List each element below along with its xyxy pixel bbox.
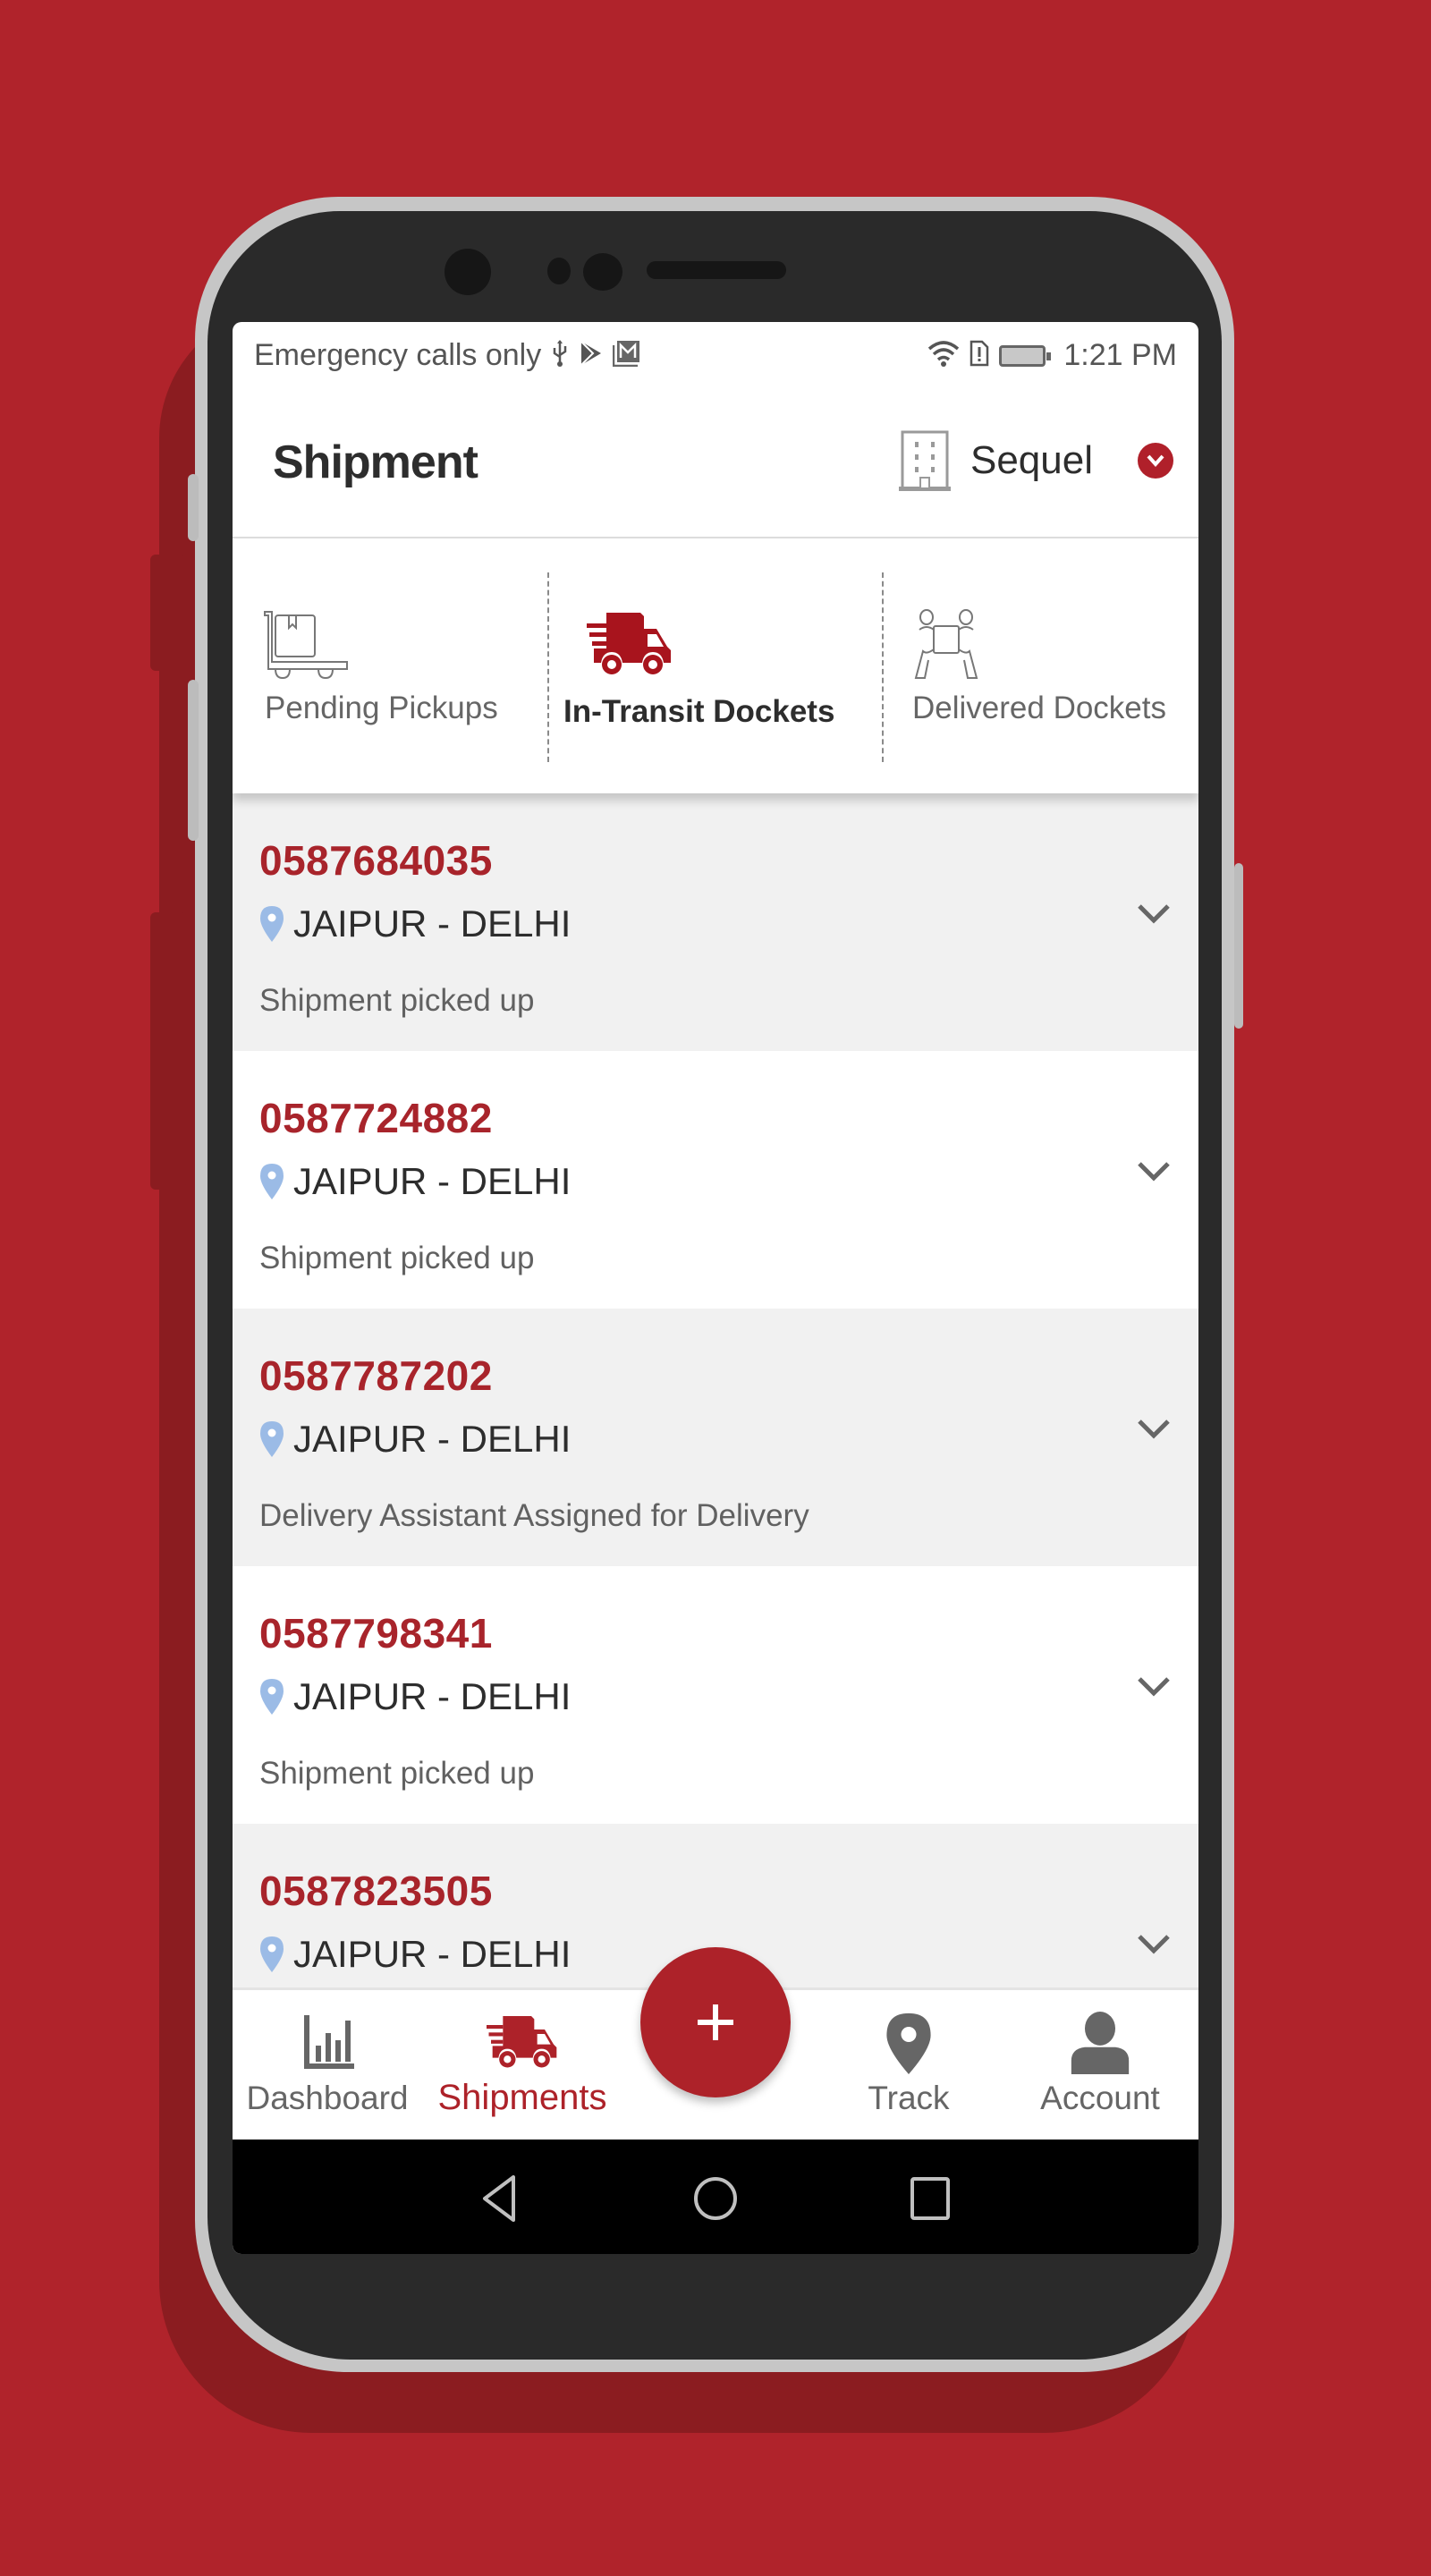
location-pin-icon: [260, 1421, 284, 1457]
docket-route: JAIPUR - DELHI: [259, 1933, 571, 1976]
docket-status: Shipment picked up: [259, 1241, 535, 1275]
app-header: Shipment Sequel: [233, 389, 1198, 538]
wifi-icon: [927, 339, 960, 373]
location-pin-icon: [260, 1936, 284, 1972]
tab-label: In-Transit Dockets: [563, 694, 835, 729]
sensor: [547, 258, 571, 284]
docket-number: 0587724882: [259, 1095, 493, 1141]
docket-status: Shipment picked up: [259, 983, 535, 1018]
play-store-icon: [579, 340, 604, 372]
docket-card[interactable]: 0587787202 JAIPUR - DELHI Delivery Assis…: [233, 1309, 1198, 1566]
docket-status: Delivery Assistant Assigned for Delivery: [259, 1498, 809, 1533]
nav-shipments[interactable]: Shipments: [433, 1990, 612, 2142]
docket-route: JAIPUR - DELHI: [259, 902, 571, 945]
chevron-down-icon[interactable]: [1136, 901, 1172, 928]
docket-route: JAIPUR - DELHI: [259, 1160, 571, 1203]
page-title: Shipment: [273, 436, 478, 488]
company-selector[interactable]: Sequel: [898, 425, 1173, 496]
nav-label: Track: [868, 2080, 950, 2116]
tab-label: Pending Pickups: [265, 691, 498, 725]
docket-number: 0587823505: [259, 1868, 493, 1914]
delivery-truck-icon: [587, 613, 671, 674]
docket-number: 0587684035: [259, 837, 493, 884]
chevron-down-icon[interactable]: [1136, 1416, 1172, 1443]
battery-charging-icon: [999, 344, 1052, 367]
route-text: JAIPUR - DELHI: [293, 1675, 572, 1717]
tab-delivered-dockets[interactable]: Delivered Dockets: [884, 538, 1198, 793]
add-shipment-button[interactable]: [640, 1947, 791, 2097]
chevron-down-icon[interactable]: [1136, 1931, 1172, 1958]
nav-dashboard[interactable]: Dashboard: [238, 1990, 417, 2142]
chevron-down-icon[interactable]: [1136, 1674, 1172, 1700]
sensor: [583, 253, 622, 291]
people-carrying-box-icon: [914, 609, 978, 679]
company-name: Sequel: [970, 438, 1093, 482]
tab-label: Delivered Dockets: [912, 691, 1166, 725]
back-icon[interactable]: [476, 2174, 526, 2224]
docket-number: 0587787202: [259, 1352, 493, 1399]
tab-in-transit-dockets[interactable]: In-Transit Dockets: [549, 538, 882, 793]
delivery-truck-icon: [487, 2016, 557, 2068]
status-text: Emergency calls only: [254, 338, 542, 372]
sim-alert-icon: [969, 339, 990, 373]
location-pin-icon: [260, 1164, 284, 1199]
nav-label: Dashboard: [246, 2080, 409, 2116]
docket-tabs: Pending Pickups In-Transit Dockets Deliv…: [233, 538, 1198, 793]
volume-down-button: [188, 680, 199, 841]
nav-track[interactable]: Track: [819, 1990, 998, 2142]
tab-pending-pickups[interactable]: Pending Pickups: [233, 538, 547, 793]
usb-icon: [550, 339, 570, 373]
system-navigation-bar: [233, 2140, 1198, 2254]
docket-number: 0587798341: [259, 1610, 493, 1657]
docket-card[interactable]: 0587798341 JAIPUR - DELHI Shipment picke…: [233, 1566, 1198, 1824]
chevron-down-icon[interactable]: [1136, 1158, 1172, 1185]
chevron-down-circle-icon[interactable]: [1138, 443, 1173, 479]
phone-shadow-button: [150, 555, 186, 671]
home-icon[interactable]: [690, 2174, 741, 2224]
nav-account[interactable]: Account: [1011, 1990, 1190, 2142]
docket-status: Shipment picked up: [259, 1756, 535, 1791]
nav-label: Shipments: [437, 2078, 607, 2117]
map-pin-icon: [886, 2012, 931, 2074]
docket-list: 0587684035 JAIPUR - DELHI Shipment picke…: [233, 793, 1198, 2081]
phone-shadow-button: [150, 912, 186, 1190]
route-text: JAIPUR - DELHI: [293, 1418, 572, 1460]
volume-up-button: [188, 474, 199, 541]
route-text: JAIPUR - DELHI: [293, 902, 572, 945]
location-pin-icon: [260, 1679, 284, 1715]
nav-label: Account: [1040, 2080, 1160, 2116]
trolley-box-icon: [264, 611, 348, 680]
bar-chart-icon: [304, 2015, 354, 2069]
route-text: JAIPUR - DELHI: [293, 1160, 572, 1202]
location-pin-icon: [260, 906, 284, 942]
recents-icon[interactable]: [905, 2174, 955, 2224]
status-time: 1:21 PM: [1063, 338, 1177, 372]
building-icon: [898, 430, 951, 491]
plus-icon: [698, 2004, 733, 2040]
phone-screen: Emergency calls only 1:21 PM Shipment Se…: [233, 322, 1198, 2254]
front-camera: [445, 249, 491, 295]
docket-route: JAIPUR - DELHI: [259, 1675, 571, 1718]
power-button: [1234, 863, 1243, 1029]
earpiece-speaker: [647, 261, 786, 279]
docket-card[interactable]: 0587724882 JAIPUR - DELHI Shipment picke…: [233, 1051, 1198, 1309]
docket-route: JAIPUR - DELHI: [259, 1418, 571, 1461]
route-text: JAIPUR - DELHI: [293, 1933, 572, 1975]
user-icon: [1071, 2012, 1130, 2074]
gmail-icon: [613, 340, 641, 372]
docket-card[interactable]: 0587684035 JAIPUR - DELHI Shipment picke…: [233, 793, 1198, 1051]
status-bar: Emergency calls only 1:21 PM: [233, 322, 1198, 389]
